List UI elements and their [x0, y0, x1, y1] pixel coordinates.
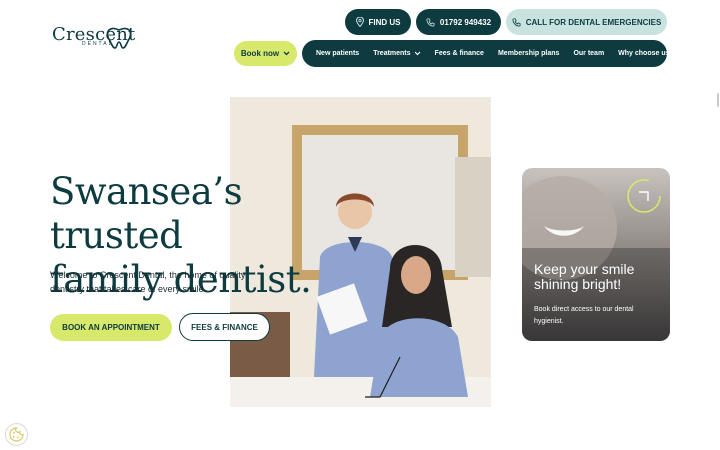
nav-item-membership-plans[interactable]: Membership plans [498, 50, 559, 57]
nav-item-new-patients[interactable]: New patients [316, 50, 359, 57]
hero-description: Welcome to Crescent Dental, the home of … [50, 270, 246, 294]
find-us-button[interactable]: FIND US [345, 9, 411, 35]
nav-item-our-team[interactable]: Our team [573, 50, 604, 57]
book-now-button[interactable]: Book now [234, 41, 297, 66]
nav-label: Why choose us? [618, 50, 674, 57]
book-now-label: Book now [240, 49, 280, 58]
nav-label: Membership plans [497, 50, 560, 57]
nav-label: Treatments [373, 50, 411, 57]
main-nav: New patients Treatments Fees & finance M… [302, 40, 674, 67]
nav-item-treatments[interactable]: Treatments [373, 50, 420, 57]
promo-card-title: Keep your smile shining bright! [534, 261, 635, 292]
phone-icon [426, 17, 435, 27]
fees-finance-button[interactable]: FEES & FINANCE [179, 313, 270, 341]
chevron-down-icon [414, 51, 420, 56]
scrollbar-thumb[interactable] [717, 93, 719, 107]
arrow-up-right-icon[interactable] [626, 178, 662, 214]
phone-number: 01792 949432 [439, 17, 492, 27]
hygienist-promo-card[interactable]: Keep your smile shining bright! Book dir… [522, 168, 670, 341]
emergency-call-button[interactable]: CALL FOR DENTAL EMERGENCIES [506, 9, 667, 35]
book-appointment-button[interactable]: BOOK AN APPOINTMENT [50, 314, 172, 341]
nav-label: Our team [573, 50, 605, 57]
map-pin-icon [355, 17, 364, 27]
chevron-down-icon [283, 51, 290, 56]
nav-item-fees-finance[interactable]: Fees & finance [435, 50, 484, 57]
cookie-icon [9, 427, 24, 442]
cookie-settings-button[interactable] [5, 423, 28, 446]
phone-button[interactable]: 01792 949432 [416, 9, 501, 35]
nav-item-why-choose-us[interactable]: Why choose us? [618, 50, 674, 57]
hero-title-line1: Swansea’s trusted [50, 170, 243, 257]
phone-icon [512, 17, 521, 27]
nav-label: Fees & finance [434, 50, 484, 57]
nav-label: New patients [316, 50, 360, 57]
tooth-icon [106, 27, 132, 49]
emergency-label: CALL FOR DENTAL EMERGENCIES [525, 17, 662, 27]
find-us-label: FIND US [368, 17, 401, 27]
promo-card-text: Book direct access to our dental hygieni… [534, 306, 634, 325]
